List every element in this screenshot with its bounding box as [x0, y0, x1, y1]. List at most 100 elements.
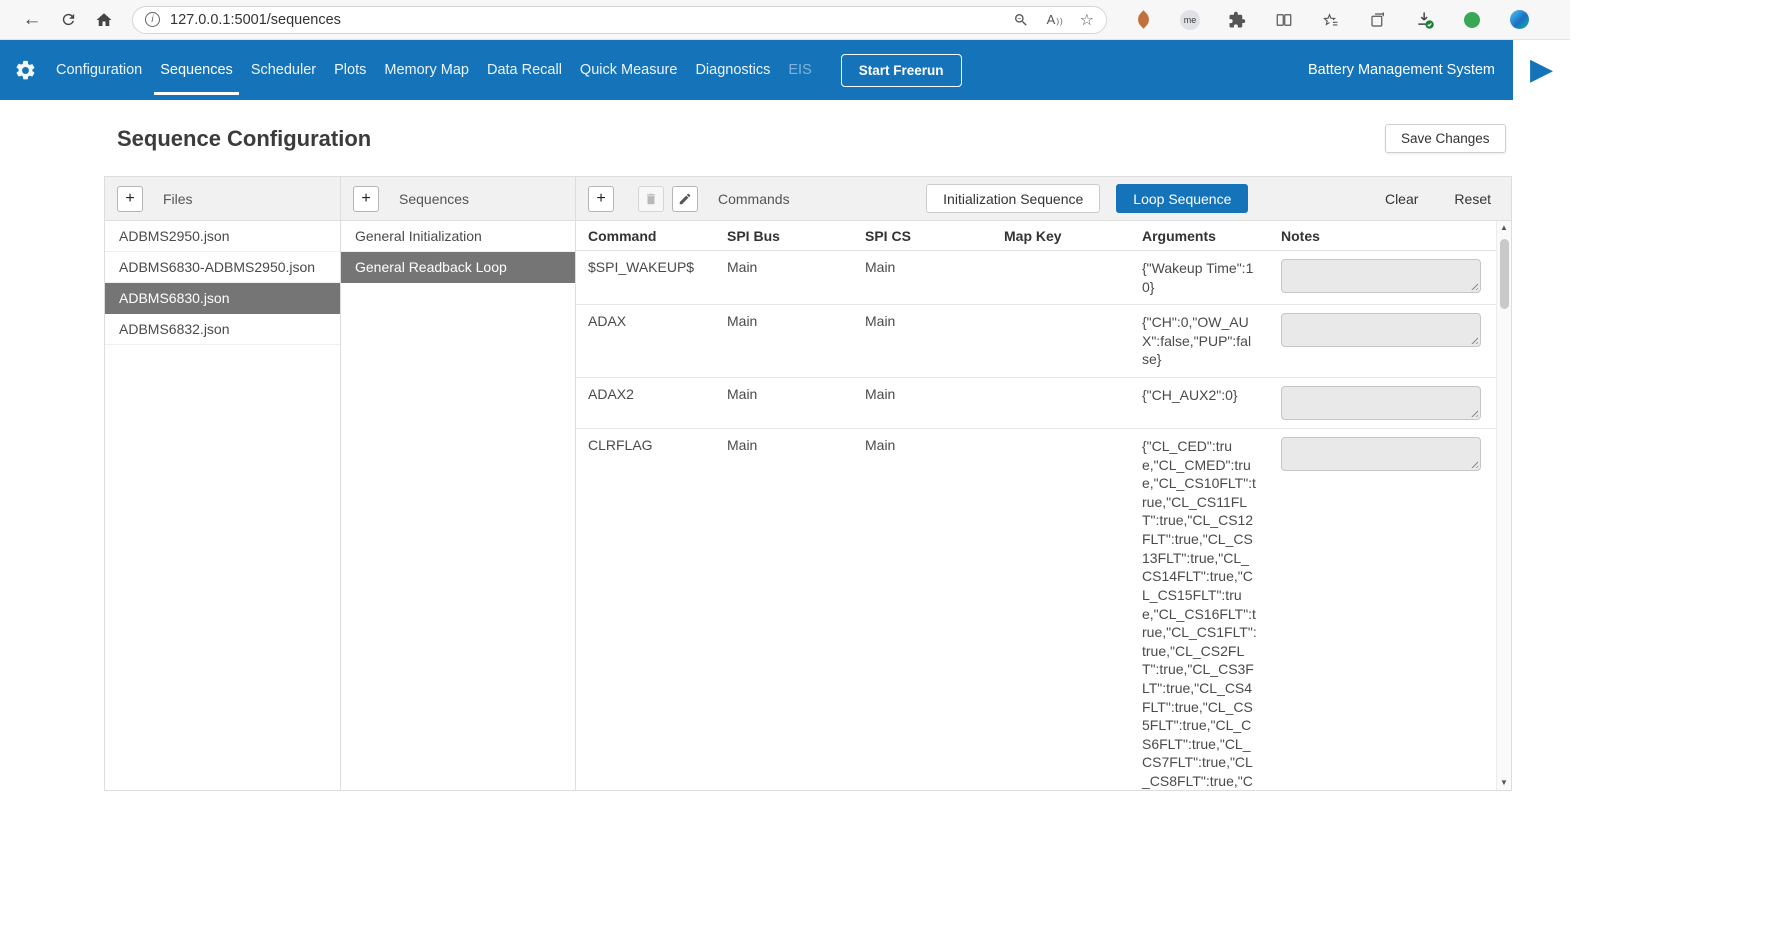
site-info-icon[interactable]: i [145, 12, 160, 27]
nav-item-eis: EIS [779, 40, 820, 100]
file-item[interactable]: ADBMS2950.json [105, 221, 340, 252]
files-panel-label: Files [163, 191, 193, 207]
play-button[interactable]: ▶ [1513, 40, 1570, 100]
nav-item-scheduler[interactable]: Scheduler [242, 40, 325, 100]
command-row[interactable]: CLRFLAG Main Main {"CL_CED":true,"CL_CME… [576, 429, 1511, 790]
brand-title: Battery Management System [1308, 62, 1495, 78]
command-row[interactable]: $SPI_WAKEUP$ Main Main {"Wakeup Time":10… [576, 251, 1511, 305]
favorite-star-icon[interactable]: ☆ [1080, 10, 1094, 30]
read-aloud-icon[interactable]: A)) [1047, 12, 1064, 27]
commands-table: Command SPI Bus SPI CS Map Key Arguments… [576, 221, 1511, 790]
browser-toolbar: ← i 127.0.0.1:5001/sequences A)) ☆ me [0, 0, 1570, 40]
browser-window: ← i 127.0.0.1:5001/sequences A)) ☆ me [0, 0, 1570, 932]
command-row[interactable]: ADAX2 Main Main {"CH_AUX2":0} [576, 378, 1511, 429]
nav-item-configuration[interactable]: Configuration [47, 40, 151, 100]
save-changes-button[interactable]: Save Changes [1385, 124, 1506, 153]
spi-cs-cell: Main [865, 386, 1004, 402]
spi-bus-cell: Main [727, 386, 865, 402]
notes-textarea[interactable] [1281, 259, 1481, 293]
scrollbar-thumb[interactable] [1500, 239, 1509, 309]
sequence-item-selected[interactable]: General Readback Loop [341, 252, 575, 283]
scroll-up-icon[interactable]: ▲ [1500, 221, 1508, 235]
column-header-arguments: Arguments [1142, 228, 1281, 244]
sequence-item[interactable]: General Initialization [341, 221, 575, 252]
delete-command-button[interactable] [638, 186, 664, 212]
spi-bus-cell: Main [727, 313, 865, 329]
nav-item-plots[interactable]: Plots [325, 40, 375, 100]
home-icon[interactable] [90, 6, 118, 34]
edit-command-button[interactable] [672, 186, 698, 212]
nav-item-memory-map[interactable]: Memory Map [375, 40, 478, 100]
start-freerun-button[interactable]: Start Freerun [841, 54, 962, 87]
column-header-spi-cs: SPI CS [865, 228, 1004, 244]
files-panel: + Files ADBMS2950.json ADBMS6830-ADBMS29… [104, 176, 341, 791]
notes-textarea[interactable] [1281, 437, 1481, 471]
toolbar-extension-icons: me [1133, 10, 1529, 30]
file-item[interactable]: ADBMS6832.json [105, 314, 340, 345]
spi-bus-cell: Main [727, 259, 865, 275]
spi-bus-cell: Main [727, 437, 865, 453]
add-sequence-button[interactable]: + [353, 186, 379, 212]
sequences-panel: + Sequences General Initialization Gener… [341, 176, 576, 791]
edge-logo-icon[interactable] [1509, 10, 1529, 30]
url-text: 127.0.0.1:5001/sequences [170, 12, 341, 28]
gear-icon[interactable] [14, 59, 37, 82]
nav-item-quick-measure[interactable]: Quick Measure [571, 40, 687, 100]
nav-item-diagnostics[interactable]: Diagnostics [686, 40, 779, 100]
extension-green-icon[interactable] [1462, 10, 1482, 30]
command-cell: $SPI_WAKEUP$ [588, 259, 727, 275]
favorites-bar-icon[interactable] [1321, 10, 1341, 30]
commands-toolbar: + Commands Initialization Sequence Loop … [576, 177, 1511, 221]
arguments-cell: {"CL_CED":true,"CL_CMED":true,"CL_CS10FL… [1142, 437, 1281, 790]
extension-leaf-icon[interactable] [1133, 10, 1153, 30]
app-navbar: Configuration Sequences Scheduler Plots … [0, 40, 1570, 100]
command-cell: CLRFLAG [588, 437, 727, 453]
spi-cs-cell: Main [865, 259, 1004, 275]
sequences-panel-label: Sequences [399, 191, 469, 207]
command-cell: ADAX2 [588, 386, 727, 402]
panels: + Files ADBMS2950.json ADBMS6830-ADBMS29… [104, 176, 1512, 791]
file-item-selected[interactable]: ADBMS6830.json [105, 283, 340, 314]
command-row[interactable]: ADAX Main Main {"CH":0,"OW_AUX":false,"P… [576, 305, 1511, 378]
initialization-sequence-button[interactable]: Initialization Sequence [926, 184, 1100, 213]
extensions-puzzle-icon[interactable] [1227, 10, 1247, 30]
vertical-scrollbar[interactable]: ▲ ▼ [1496, 221, 1511, 790]
column-header-map-key: Map Key [1004, 228, 1142, 244]
back-icon[interactable]: ← [18, 6, 46, 34]
play-icon: ▶ [1530, 55, 1553, 85]
arguments-cell: {"Wakeup Time":10} [1142, 259, 1281, 296]
pencil-icon [678, 192, 692, 206]
scroll-down-icon[interactable]: ▼ [1500, 776, 1508, 790]
split-screen-icon[interactable] [1274, 10, 1294, 30]
add-file-button[interactable]: + [117, 186, 143, 212]
sequences-panel-header: + Sequences [341, 177, 575, 221]
notes-textarea[interactable] [1281, 386, 1481, 420]
clear-button[interactable]: Clear [1385, 191, 1418, 207]
nav-item-data-recall[interactable]: Data Recall [478, 40, 571, 100]
profile-badge[interactable]: me [1180, 10, 1200, 30]
commands-panel-label: Commands [718, 191, 790, 207]
column-header-command: Command [588, 228, 727, 244]
notes-textarea[interactable] [1281, 313, 1481, 347]
add-command-button[interactable]: + [588, 186, 614, 212]
page-title: Sequence Configuration [117, 126, 371, 152]
spi-cs-cell: Main [865, 313, 1004, 329]
reset-button[interactable]: Reset [1454, 191, 1491, 207]
column-header-spi-bus: SPI Bus [727, 228, 865, 244]
address-bar[interactable]: i 127.0.0.1:5001/sequences A)) ☆ [132, 6, 1107, 34]
trash-icon [644, 192, 658, 206]
downloads-icon[interactable] [1415, 10, 1435, 30]
spi-cs-cell: Main [865, 437, 1004, 453]
loop-sequence-button[interactable]: Loop Sequence [1116, 184, 1248, 213]
collections-icon[interactable] [1368, 10, 1388, 30]
nav-item-sequences[interactable]: Sequences [151, 40, 242, 100]
file-item[interactable]: ADBMS6830-ADBMS2950.json [105, 252, 340, 283]
column-header-notes: Notes [1281, 228, 1487, 244]
command-cell: ADAX [588, 313, 727, 329]
arguments-cell: {"CH_AUX2":0} [1142, 386, 1281, 405]
arguments-cell: {"CH":0,"OW_AUX":false,"PUP":false} [1142, 313, 1281, 369]
files-panel-header: + Files [105, 177, 340, 221]
zoom-out-icon[interactable] [1011, 10, 1031, 30]
refresh-icon[interactable] [54, 6, 82, 34]
commands-table-header: Command SPI Bus SPI CS Map Key Arguments… [576, 221, 1511, 251]
